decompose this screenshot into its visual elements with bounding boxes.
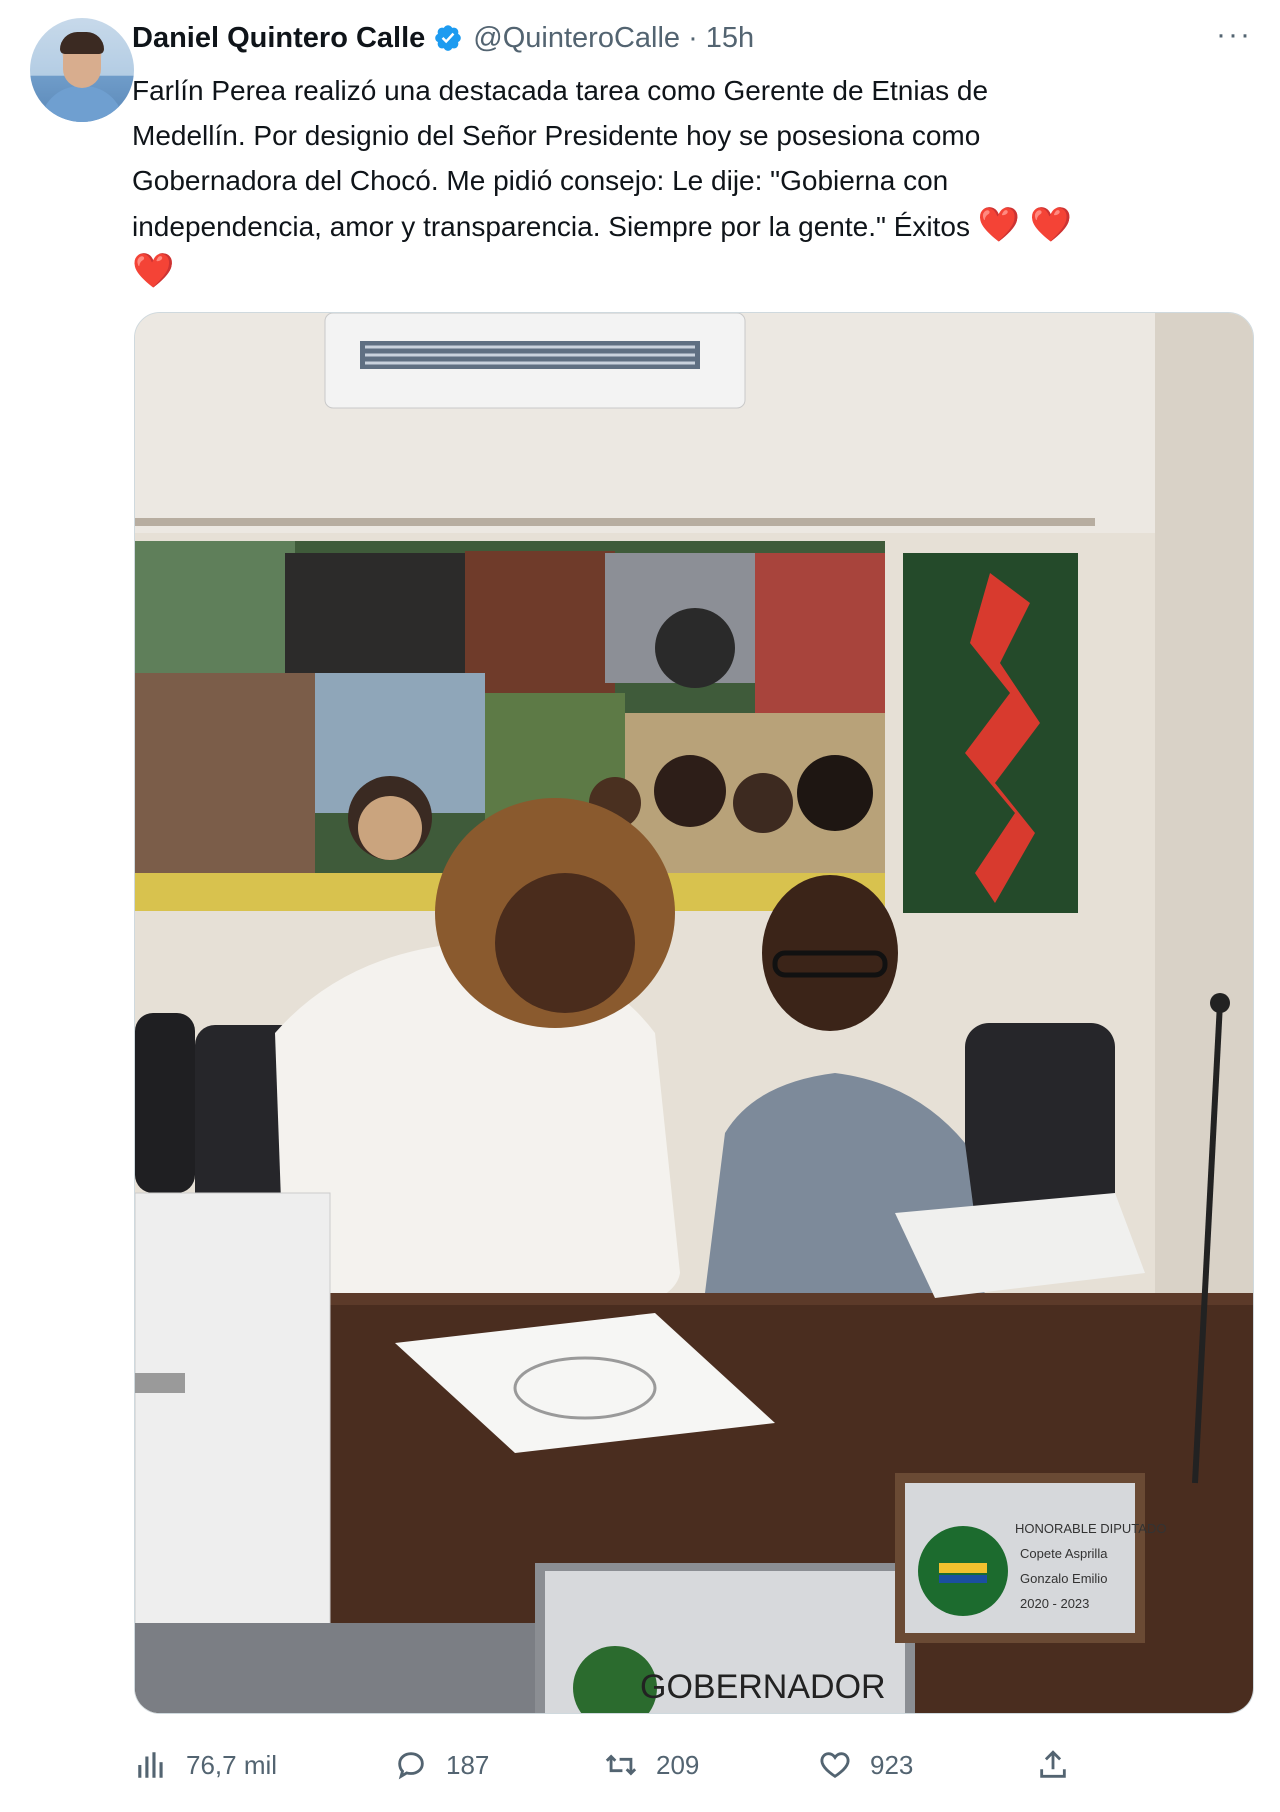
placard-right-line-4: 2020 - 2023 <box>1020 1596 1089 1611</box>
retweet-count: 209 <box>656 1749 700 1780</box>
tweet-actions-bar: 76,7 mil 187 209 923 <box>132 1740 1252 1790</box>
tweet-text-body: Farlín Perea realizó una destacada tarea… <box>132 75 989 242</box>
bar-chart-icon <box>138 1752 163 1778</box>
photo-scene: GOBERNADOR HONORABLE DIPUTADO Copete Asp… <box>135 313 1253 1713</box>
views-count: 76,7 mil <box>186 1749 278 1780</box>
placard-right-line-1: HONORABLE DIPUTADO <box>1015 1521 1166 1536</box>
author-handle[interactable]: @QuinteroCalle <box>473 22 680 55</box>
reply-count: 187 <box>446 1749 490 1780</box>
tweet-timestamp[interactable]: 15h <box>706 22 754 55</box>
placard-right: HONORABLE DIPUTADO Copete Asprilla Gonza… <box>895 1473 1166 1643</box>
header-separator: · <box>688 21 698 54</box>
speech-bubble-icon <box>398 1752 424 1780</box>
heart-outline-icon <box>820 1752 850 1778</box>
placard-right-line-2: Copete Asprilla <box>1020 1546 1108 1561</box>
author-name[interactable]: Daniel Quintero Calle <box>132 22 425 55</box>
retweet-button[interactable]: 209 <box>604 1740 699 1790</box>
share-upload-icon <box>1040 1750 1066 1778</box>
author-avatar[interactable] <box>30 18 134 122</box>
views-button[interactable]: 76,7 mil <box>134 1740 277 1790</box>
placard-front: GOBERNADOR <box>535 1563 915 1713</box>
like-button[interactable]: 923 <box>818 1740 913 1790</box>
placard-right-line-3: Gonzalo Emilio <box>1020 1571 1107 1586</box>
computer-monitor <box>135 1192 331 1634</box>
more-options-button[interactable]: ··· <box>1216 18 1252 52</box>
tweet-photo[interactable]: GOBERNADOR HONORABLE DIPUTADO Copete Asp… <box>134 312 1254 1714</box>
verified-badge-icon <box>435 25 462 51</box>
retweet-arrows-icon <box>605 1754 637 1776</box>
air-conditioner <box>324 313 746 409</box>
tweet-header: Daniel Quintero Calle @QuinteroCalle · 1… <box>132 18 1252 58</box>
tweet-text: Farlín Perea realizó una destacada tarea… <box>132 68 1252 295</box>
placard-front-text: GOBERNADOR <box>640 1668 886 1706</box>
share-button[interactable] <box>1036 1740 1088 1790</box>
like-count: 923 <box>870 1749 914 1780</box>
reply-button[interactable]: 187 <box>394 1740 489 1790</box>
